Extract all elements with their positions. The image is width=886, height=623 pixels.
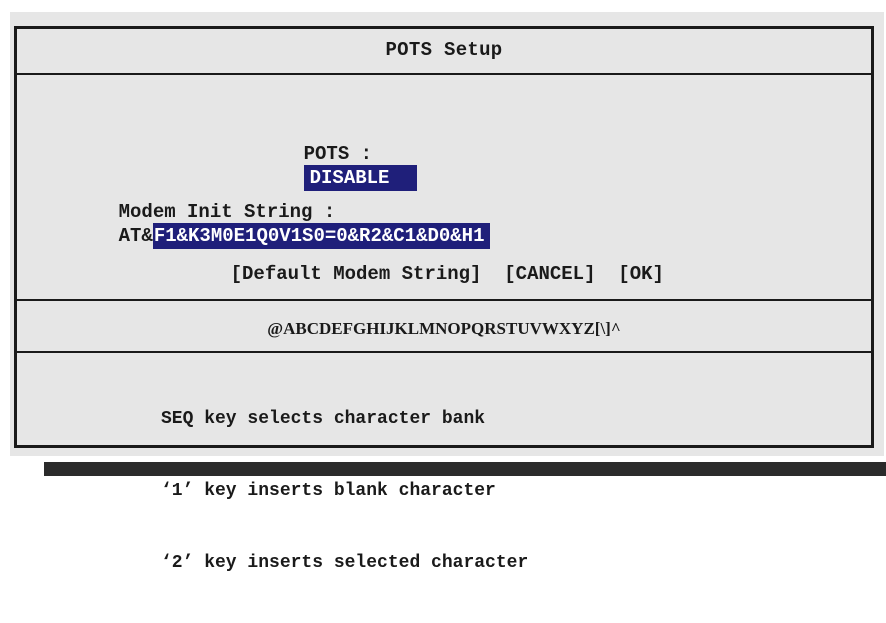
ok-button[interactable]: [OK] <box>618 263 664 285</box>
default-modem-string-button[interactable]: [Default Modem String] <box>231 263 482 285</box>
help-line-insert: ‘2’ key inserts selected character <box>161 553 529 573</box>
button-row: [Default Modem String] [CANCEL] [OK] <box>185 241 664 307</box>
modem-prefix: AT& <box>118 225 153 247</box>
help-text: SEQ key selects character bank ‘1’ key i… <box>161 359 528 623</box>
modem-init-label: Modem Init String : <box>118 201 336 223</box>
pots-label: POTS : <box>303 143 373 165</box>
cancel-button[interactable]: [CANCEL] <box>504 263 595 285</box>
help-line-seq: SEQ key selects character bank <box>161 409 486 429</box>
character-bank[interactable]: @ABCDEFGHIJKLMNOPQRSTUVWXYZ[\]^ <box>17 319 871 339</box>
character-bank-top-divider <box>17 299 871 301</box>
help-divider <box>17 351 871 353</box>
title-divider <box>17 73 871 75</box>
help-line-blank: ‘1’ key inserts blank character <box>161 481 496 501</box>
pots-setup-dialog: POTS Setup POTS : DISABLE Modem Init Str… <box>14 26 874 573</box>
dialog-title: POTS Setup <box>385 39 503 61</box>
